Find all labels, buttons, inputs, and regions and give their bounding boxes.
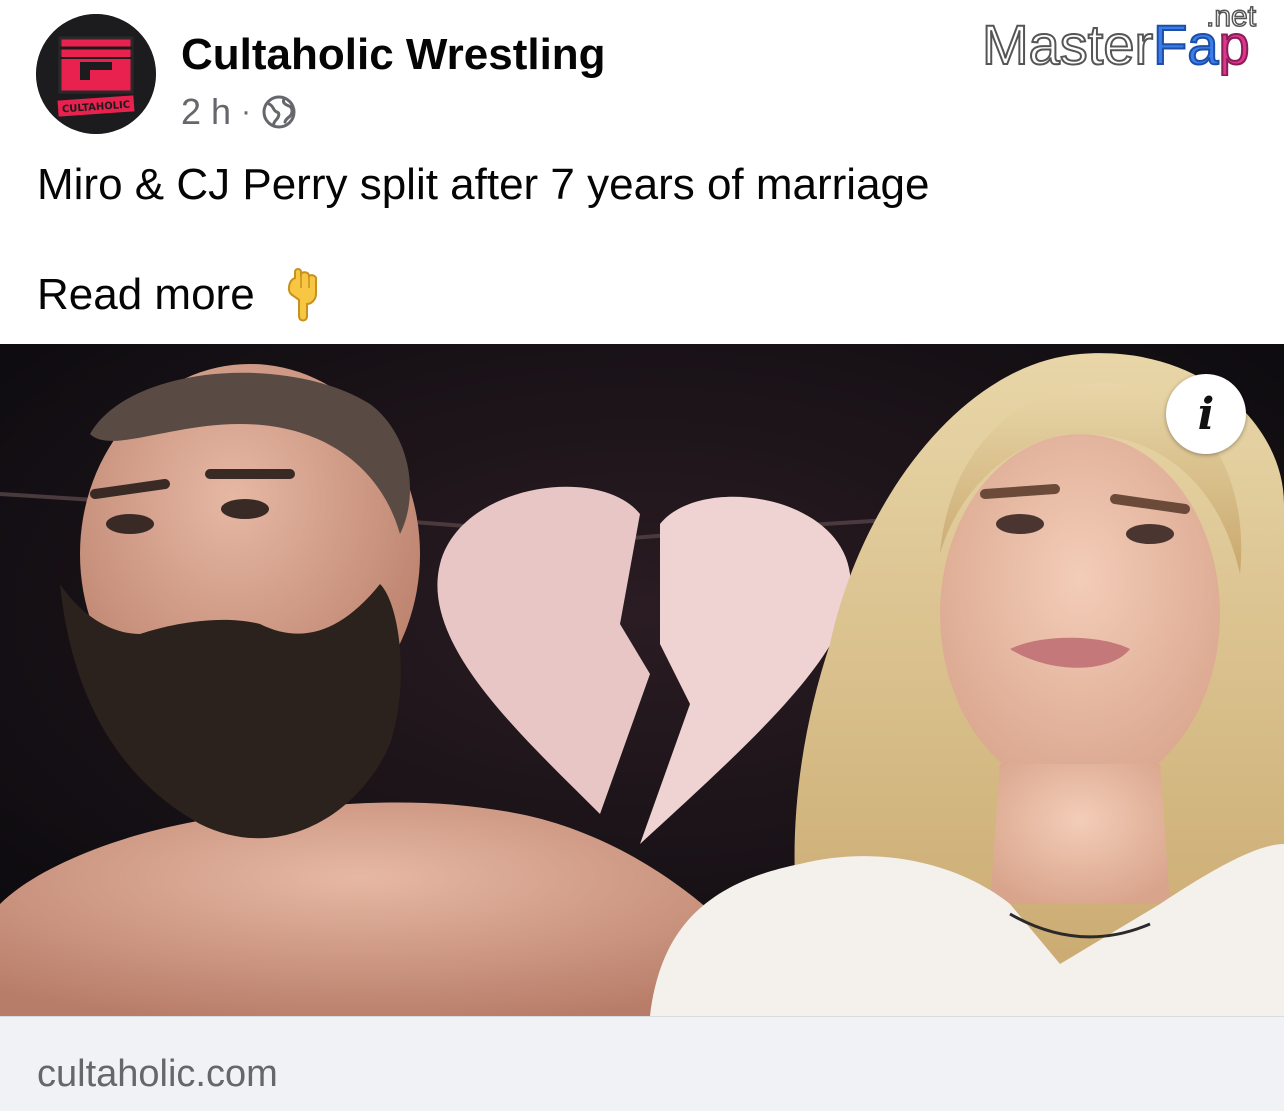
- link-preview[interactable]: cultaholic.com: [0, 1016, 1284, 1111]
- read-more-line: Read more: [37, 266, 325, 324]
- post-time[interactable]: 2 h: [181, 91, 231, 133]
- article-photo: [0, 344, 1284, 1016]
- watermark-suffix: .net: [1206, 2, 1257, 33]
- page-avatar[interactable]: CULTAHOLIC: [36, 14, 156, 134]
- globe-icon: [262, 95, 296, 129]
- page-name-link[interactable]: Cultaholic Wrestling: [181, 30, 606, 80]
- pointing-down-emoji: [287, 268, 317, 322]
- info-icon: i: [1197, 388, 1215, 440]
- read-more-text: Read more: [37, 270, 255, 319]
- post-headline: Miro & CJ Perry split after 7 years of m…: [37, 160, 930, 209]
- meta-separator: ·: [241, 95, 252, 128]
- info-button[interactable]: i: [1166, 374, 1246, 454]
- watermark: MasterFap .net: [980, 0, 1282, 77]
- link-domain: cultaholic.com: [37, 1053, 278, 1095]
- watermark-logo: MasterFap .net: [981, 0, 1257, 77]
- post-meta: 2 h ·: [181, 90, 297, 134]
- post-image[interactable]: [0, 344, 1284, 1016]
- cultaholic-logo: CULTAHOLIC: [36, 14, 156, 134]
